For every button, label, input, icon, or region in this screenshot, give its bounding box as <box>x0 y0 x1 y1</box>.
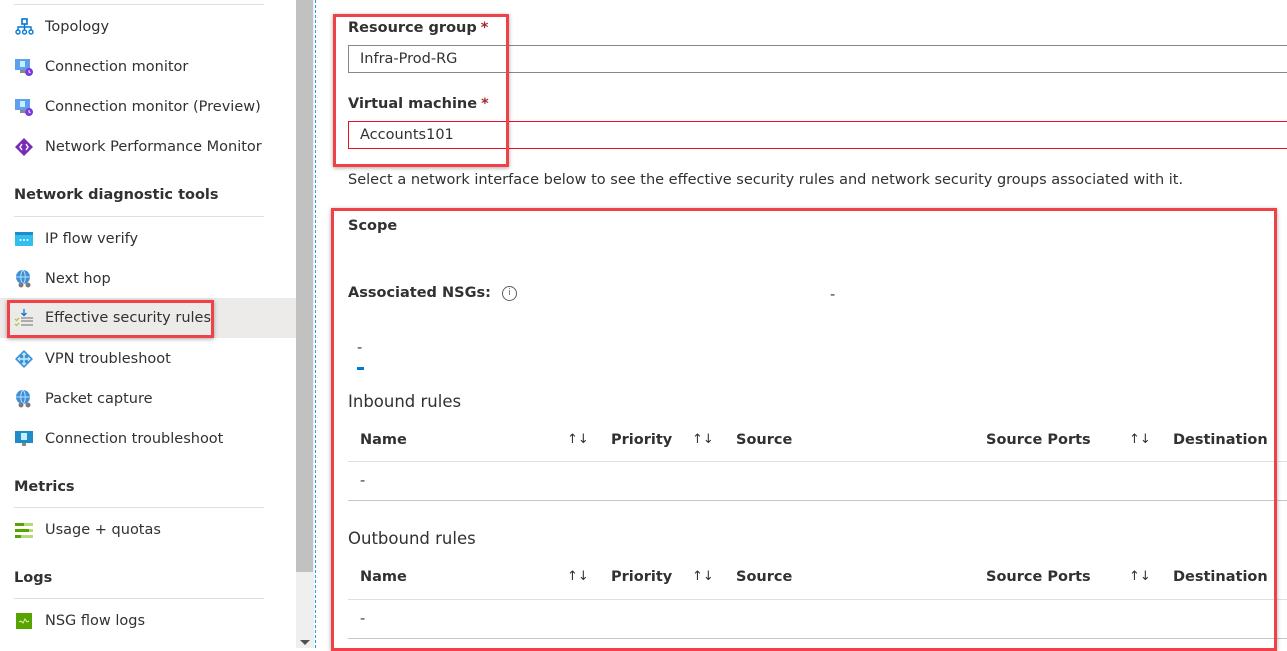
sort-icon[interactable]: ↑↓ <box>567 432 589 447</box>
section-heading-network-diagnostic-tools: Network diagnostic tools <box>14 187 219 203</box>
column-header-name[interactable]: Name <box>360 432 407 448</box>
virtual-machine-label-text: Virtual machine <box>348 96 478 112</box>
sidebar-item-topology[interactable]: Topology <box>0 7 296 47</box>
sidebar-item-label: IP flow verify <box>45 231 139 247</box>
sidebar-item-label: Topology <box>45 19 110 35</box>
vpn-troubleshoot-icon <box>14 349 34 369</box>
next-hop-icon <box>14 269 34 289</box>
nsg-flow-logs-icon <box>14 611 34 631</box>
section-heading-logs: Logs <box>14 570 53 586</box>
virtual-machine-select[interactable] <box>348 121 1287 149</box>
sort-icon[interactable]: ↑↓ <box>692 569 714 584</box>
sidebar-item-ip-flow-verify[interactable]: IP flow verify <box>0 219 296 259</box>
resource-group-select[interactable] <box>348 45 1287 73</box>
ip-flow-verify-icon <box>14 229 34 249</box>
required-asterisk: * <box>481 96 489 112</box>
column-header-source[interactable]: Source <box>736 569 792 585</box>
table-row: - <box>360 473 366 489</box>
sidebar-item-label: Effective security rules <box>45 310 212 326</box>
row-divider <box>348 638 1287 639</box>
connection-monitor-icon <box>14 57 34 77</box>
divider <box>14 4 264 5</box>
network-interface-tab[interactable]: - <box>357 340 362 356</box>
sidebar-item-network-performance-monitor[interactable]: Network Performance Monitor <box>0 127 296 167</box>
sidebar-item-vpn-troubleshoot[interactable]: VPN troubleshoot <box>0 339 296 379</box>
divider <box>14 507 264 508</box>
sidebar-item-connection-troubleshoot[interactable]: Connection troubleshoot <box>0 419 296 459</box>
divider <box>14 216 264 217</box>
packet-capture-icon <box>14 389 34 409</box>
associated-nsgs-label-text: Associated NSGs: <box>348 285 491 301</box>
connection-monitor-preview-icon <box>14 97 34 117</box>
sidebar-item-label: Network Performance Monitor <box>45 139 262 155</box>
sidebar-item-label: Packet capture <box>45 391 153 407</box>
section-heading-metrics: Metrics <box>14 479 75 495</box>
scope-label: Scope <box>348 218 398 234</box>
column-header-source-ports[interactable]: Source Ports <box>986 432 1091 448</box>
info-icon[interactable]: i <box>501 285 517 301</box>
column-header-name[interactable]: Name <box>360 569 407 585</box>
column-header-source[interactable]: Source <box>736 432 792 448</box>
associated-nsgs-label: Associated NSGs: i <box>348 285 517 301</box>
resource-group-label-text: Resource group <box>348 20 477 36</box>
network-performance-monitor-icon <box>14 137 34 157</box>
sort-icon[interactable]: ↑↓ <box>692 432 714 447</box>
sidebar-item-next-hop[interactable]: Next hop <box>0 259 296 299</box>
instruction-text: Select a network interface below to see … <box>348 172 1184 188</box>
sidebar-item-effective-security-rules[interactable]: Effective security rules <box>0 298 296 338</box>
outbound-rules-title: Outbound rules <box>348 529 476 548</box>
sidebar-item-label: Connection monitor (Preview) <box>45 99 261 115</box>
virtual-machine-label: Virtual machine * <box>348 96 489 112</box>
divider <box>14 598 264 599</box>
sidebar-item-packet-capture[interactable]: Packet capture <box>0 379 296 419</box>
sidebar-item-usage-quotas[interactable]: Usage + quotas <box>0 510 296 550</box>
tab-selected-indicator <box>357 367 364 370</box>
sidebar-item-connection-monitor[interactable]: Connection monitor <box>0 47 296 87</box>
sort-icon[interactable]: ↑↓ <box>567 569 589 584</box>
row-divider <box>348 500 1287 501</box>
scroll-down-arrow-icon[interactable] <box>300 640 310 645</box>
effective-security-rules-icon <box>14 308 34 328</box>
sidebar-item-label: Next hop <box>45 271 111 287</box>
sidebar-item-label: Connection monitor <box>45 59 189 75</box>
topology-icon <box>14 17 34 37</box>
table-row: - <box>360 611 366 627</box>
inbound-rules-title: Inbound rules <box>348 392 462 411</box>
associated-nsgs-value: - <box>830 287 836 303</box>
usage-quotas-icon <box>14 520 34 540</box>
column-header-priority[interactable]: Priority <box>611 569 672 585</box>
main-content: Resource group* Virtual machine* Select … <box>316 0 1287 651</box>
connection-troubleshoot-icon <box>14 429 34 449</box>
header-divider <box>348 461 1287 462</box>
column-header-source-ports[interactable]: Source Ports <box>986 569 1091 585</box>
resource-group-label: Resource group * <box>348 20 488 36</box>
sort-icon[interactable]: ↑↓ <box>1129 432 1151 447</box>
sidebar-item-nsg-flow-logs[interactable]: NSG flow logs <box>0 601 296 641</box>
sidebar-item-label: Usage + quotas <box>45 522 161 538</box>
sort-icon[interactable]: ↑↓ <box>1129 569 1151 584</box>
sidebar-scrollbar[interactable] <box>296 0 314 648</box>
sidebar-item-label: Connection troubleshoot <box>45 431 224 447</box>
column-header-destination[interactable]: Destination <box>1173 432 1268 448</box>
sidebar: Topology Connection monitor Connection m… <box>0 0 296 648</box>
column-header-destination[interactable]: Destination <box>1173 569 1268 585</box>
sidebar-item-label: NSG flow logs <box>45 613 146 629</box>
column-header-priority[interactable]: Priority <box>611 432 672 448</box>
scrollbar-thumb[interactable] <box>296 0 313 572</box>
sidebar-item-label: VPN troubleshoot <box>45 351 171 367</box>
sidebar-item-connection-monitor-preview[interactable]: Connection monitor (Preview) <box>0 87 296 127</box>
header-divider <box>348 599 1287 600</box>
required-asterisk: * <box>480 20 489 36</box>
highlight-box-scope-section <box>331 208 1277 651</box>
